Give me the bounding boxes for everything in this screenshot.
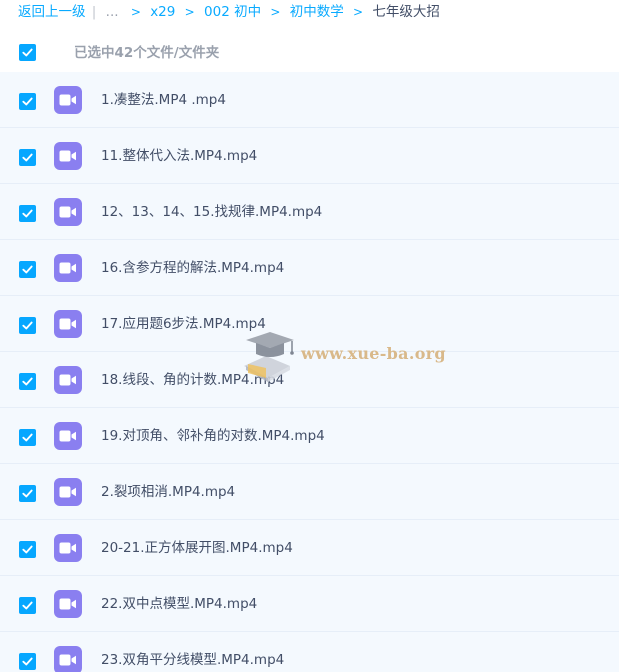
- file-checkbox[interactable]: [19, 261, 36, 278]
- file-name[interactable]: 19.对顶角、邻补角的对数.MP4.mp4: [101, 426, 325, 446]
- checkbox-checked-icon: [22, 321, 33, 330]
- video-file-icon: [54, 590, 82, 618]
- file-name[interactable]: 17.应用题6步法.MP4.mp4: [101, 314, 266, 334]
- file-checkbox[interactable]: [19, 205, 36, 222]
- breadcrumb-current: 七年级大招: [372, 4, 440, 20]
- file-checkbox[interactable]: [19, 373, 36, 390]
- file-row[interactable]: 11.整体代入法.MP4.mp4: [0, 128, 619, 184]
- breadcrumb-arrow: >: [353, 5, 364, 19]
- file-row[interactable]: 2.裂项相消.MP4.mp4: [0, 464, 619, 520]
- file-name[interactable]: 2.裂项相消.MP4.mp4: [101, 482, 235, 502]
- checkbox-checked-icon: [22, 209, 33, 218]
- video-file-icon: [54, 646, 82, 672]
- select-all-checkbox[interactable]: [19, 44, 36, 61]
- checkbox-checked-icon: [22, 153, 33, 162]
- file-name[interactable]: 20-21.正方体展开图.MP4.mp4: [101, 538, 293, 558]
- file-checkbox[interactable]: [19, 597, 36, 614]
- file-row[interactable]: 16.含参方程的解法.MP4.mp4: [0, 240, 619, 296]
- checkbox-checked-icon: [22, 657, 33, 666]
- checkbox-checked-icon: [22, 97, 33, 106]
- breadcrumb-ellipsis[interactable]: ...: [103, 4, 122, 20]
- breadcrumb-item-x29[interactable]: x29: [150, 4, 175, 20]
- file-row[interactable]: 23.双角平分线模型.MP4.mp4: [0, 632, 619, 672]
- file-name[interactable]: 11.整体代入法.MP4.mp4: [101, 146, 257, 166]
- breadcrumb-arrow: >: [130, 5, 141, 19]
- file-row[interactable]: 22.双中点模型.MP4.mp4: [0, 576, 619, 632]
- video-file-icon: [54, 422, 82, 450]
- selection-count-label: 已选中42个文件/文件夹: [74, 45, 220, 61]
- breadcrumb-item-junior-high[interactable]: 002 初中: [204, 4, 261, 20]
- video-file-icon: [54, 142, 82, 170]
- file-row[interactable]: 19.对顶角、邻补角的对数.MP4.mp4: [0, 408, 619, 464]
- breadcrumb-item-junior-math[interactable]: 初中数学: [290, 4, 344, 20]
- checkbox-checked-icon: [22, 48, 33, 57]
- file-name[interactable]: 16.含参方程的解法.MP4.mp4: [101, 258, 284, 278]
- file-name[interactable]: 23.双角平分线模型.MP4.mp4: [101, 650, 284, 670]
- file-checkbox[interactable]: [19, 149, 36, 166]
- file-row[interactable]: 12、13、14、15.找规律.MP4.mp4: [0, 184, 619, 240]
- video-file-icon: [54, 478, 82, 506]
- breadcrumb-separator: |: [91, 4, 97, 20]
- file-checkbox[interactable]: [19, 429, 36, 446]
- file-checkbox[interactable]: [19, 653, 36, 670]
- video-file-icon: [54, 254, 82, 282]
- selection-bar: 已选中42个文件/文件夹: [0, 38, 619, 68]
- file-checkbox[interactable]: [19, 93, 36, 110]
- video-file-icon: [54, 86, 82, 114]
- breadcrumb-arrow: >: [270, 5, 281, 19]
- file-row[interactable]: 20-21.正方体展开图.MP4.mp4: [0, 520, 619, 576]
- file-row[interactable]: 1.凑整法.MP4 .mp4: [0, 72, 619, 128]
- video-file-icon: [54, 198, 82, 226]
- checkbox-checked-icon: [22, 377, 33, 386]
- back-link[interactable]: 返回上一级: [18, 4, 86, 20]
- file-name[interactable]: 18.线段、角的计数.MP4.mp4: [101, 370, 284, 390]
- video-file-icon: [54, 366, 82, 394]
- checkbox-checked-icon: [22, 265, 33, 274]
- checkbox-checked-icon: [22, 489, 33, 498]
- file-row[interactable]: 18.线段、角的计数.MP4.mp4: [0, 352, 619, 408]
- file-checkbox[interactable]: [19, 541, 36, 558]
- checkbox-checked-icon: [22, 601, 33, 610]
- file-row[interactable]: 17.应用题6步法.MP4.mp4: [0, 296, 619, 352]
- checkbox-checked-icon: [22, 433, 33, 442]
- checkbox-checked-icon: [22, 545, 33, 554]
- breadcrumb-arrow: >: [184, 5, 195, 19]
- file-checkbox[interactable]: [19, 485, 36, 502]
- file-name[interactable]: 22.双中点模型.MP4.mp4: [101, 594, 257, 614]
- video-file-icon: [54, 310, 82, 338]
- breadcrumb: 返回上一级 | ... > x29 > 002 初中 > 初中数学 > 七年级大…: [0, 0, 619, 24]
- file-checkbox[interactable]: [19, 317, 36, 334]
- file-name[interactable]: 12、13、14、15.找规律.MP4.mp4: [101, 202, 322, 222]
- video-file-icon: [54, 534, 82, 562]
- file-list: 1.凑整法.MP4 .mp4 11.整体代入法.MP4.mp4 12、13、14…: [0, 72, 619, 672]
- file-name[interactable]: 1.凑整法.MP4 .mp4: [101, 90, 226, 110]
